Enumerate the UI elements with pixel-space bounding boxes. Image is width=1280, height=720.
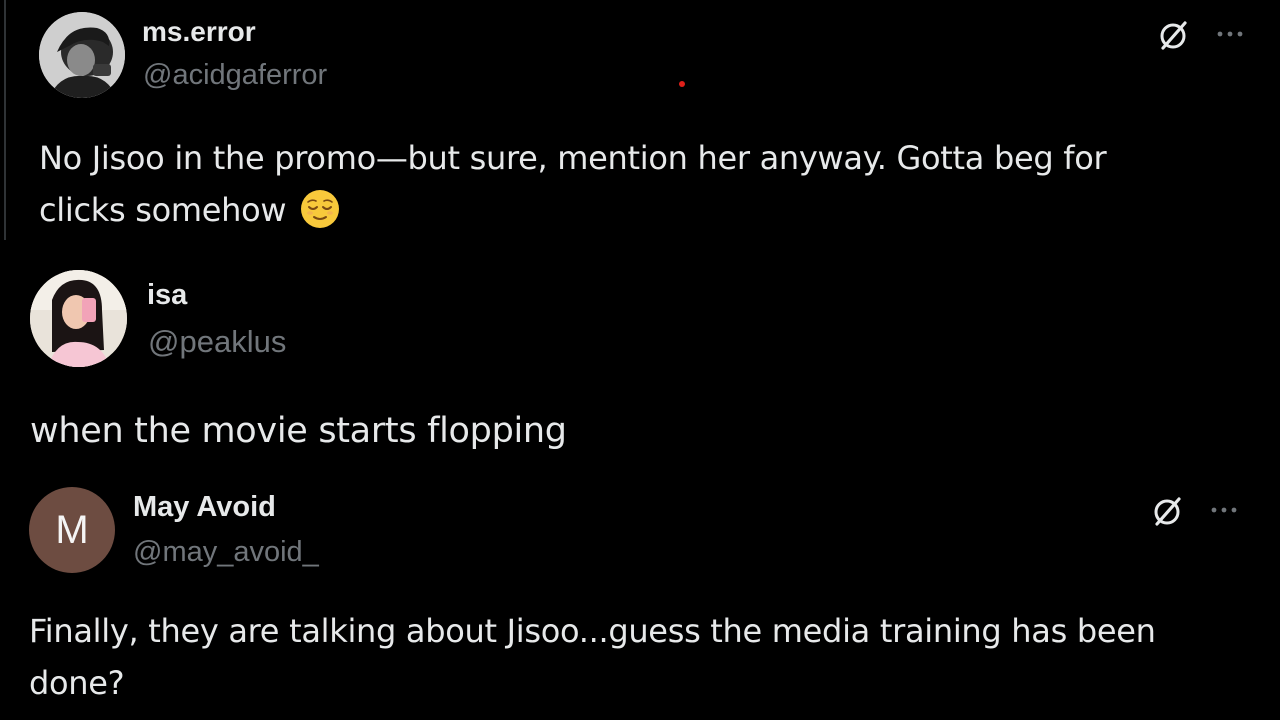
display-name[interactable]: ms.error: [142, 16, 256, 48]
grok-icon[interactable]: [1151, 494, 1185, 528]
avatar[interactable]: [39, 12, 125, 98]
display-name[interactable]: May Avoid: [133, 491, 276, 524]
avatar-photo: [30, 270, 127, 367]
grok-icon[interactable]: [1157, 18, 1191, 52]
display-name[interactable]: isa: [147, 279, 187, 312]
tweet-text: when the movie starts flopping: [30, 406, 1230, 456]
tweet-text-content: when the movie starts flopping: [30, 411, 567, 451]
avatar-photo: [39, 12, 125, 98]
tweet-text: Finally, they are talking about Jisoo...…: [29, 605, 1229, 709]
avatar[interactable]: M: [29, 487, 115, 573]
handle[interactable]: @peaklus: [148, 324, 286, 360]
avatar-letter: M: [55, 507, 89, 552]
handle[interactable]: @may_avoid_: [133, 536, 319, 569]
tweet-2[interactable]: isa @peaklus when the movie starts flopp…: [0, 250, 1280, 470]
handle[interactable]: @acidgaferror: [143, 59, 327, 92]
tweet-text-content: Finally, they are talking about Jisoo...…: [29, 612, 1156, 702]
more-options-icon[interactable]: [1213, 24, 1247, 44]
tweet-3[interactable]: M May Avoid @may_avoid_ Finally, they ar…: [0, 470, 1280, 720]
tweet-text: No Jisoo in the promo—but sure, mention …: [39, 132, 1199, 236]
tweet-1[interactable]: ms.error @acidgaferror No Jisoo in the p…: [0, 0, 1280, 250]
relieved-face-icon: [301, 190, 340, 228]
avatar[interactable]: [30, 270, 127, 367]
tweet-text-content: No Jisoo in the promo—but sure, mention …: [39, 139, 1107, 229]
more-options-icon[interactable]: [1207, 500, 1241, 520]
